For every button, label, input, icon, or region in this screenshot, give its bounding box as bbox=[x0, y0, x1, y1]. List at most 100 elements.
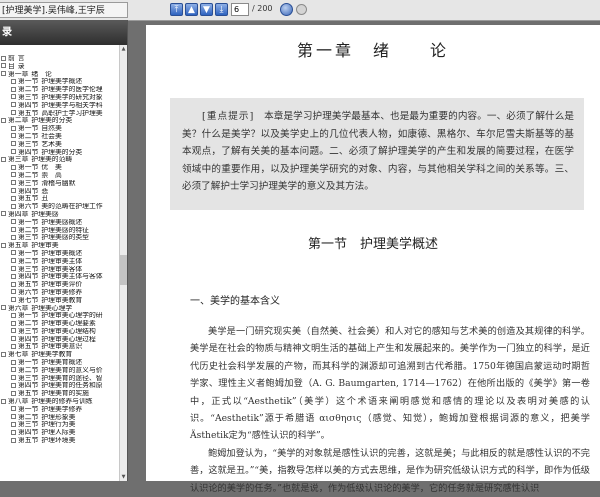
toc-item[interactable]: 第二节 护理审美心理要素 bbox=[0, 320, 118, 328]
toc-item-title: 优 美 bbox=[41, 164, 62, 172]
next-page-icon[interactable]: ▼ bbox=[200, 3, 213, 16]
toc-item[interactable]: 第一节 护理审美概述 bbox=[0, 250, 118, 258]
toc-item-number: 第三节 bbox=[18, 374, 39, 382]
toc-item[interactable]: 第五节 护理审美意识 bbox=[0, 343, 118, 351]
toc-bookmark-icon bbox=[11, 110, 16, 116]
toc-item[interactable]: 第五章 护理审美 bbox=[0, 242, 118, 250]
toc-item[interactable]: 目录 bbox=[0, 63, 118, 71]
toc-bookmark-icon bbox=[1, 211, 6, 217]
toc-item[interactable]: 第二节 护理审美主体 bbox=[0, 258, 118, 266]
toc-item-number: 第六章 bbox=[8, 304, 29, 312]
toc-item[interactable]: 第六节 护理审美修养 bbox=[0, 289, 118, 297]
sidebar-scrollbar[interactable]: ▲ ▼ bbox=[119, 45, 127, 481]
toc-item[interactable]: 第四节 护理审美主体与客体 bbox=[0, 273, 118, 281]
toc-item[interactable]: 第三节 护理审美客体 bbox=[0, 266, 118, 274]
toc-item[interactable]: 第六节 美的范畴在护理工作 bbox=[0, 203, 118, 211]
toc-item-number: 第二节 bbox=[18, 171, 39, 179]
toc-item-title: 护理形象美 bbox=[41, 413, 76, 421]
toc-item[interactable]: 第二节 社会美 bbox=[0, 133, 118, 141]
toc-item[interactable]: 第二章 护理美的分类 bbox=[0, 117, 118, 125]
toc-bookmark-icon bbox=[11, 149, 16, 155]
toc-item[interactable]: 第四章 护理美感 bbox=[0, 211, 118, 219]
toc-item[interactable]: 第七节 护理审美教育 bbox=[0, 297, 118, 305]
toc-item-number: 第二节 bbox=[18, 132, 39, 140]
toc-item-number: 第三节 bbox=[18, 421, 39, 429]
toc-item[interactable]: 第四节 护理审美心理过程 bbox=[0, 336, 118, 344]
toc-item[interactable]: 第三章 护理美的范畴 bbox=[0, 156, 118, 164]
toc-item[interactable]: 第一节优 美 bbox=[0, 164, 118, 172]
toc-item[interactable]: 第五节 护理审美评价 bbox=[0, 281, 118, 289]
go-icon[interactable] bbox=[280, 3, 293, 16]
toc-item[interactable]: 第五节 高职护士学习护理美 bbox=[0, 110, 118, 118]
toc-item[interactable]: 第三节 滑稽与幽默 bbox=[0, 180, 118, 188]
toc-item-title: 绪 论 bbox=[31, 70, 52, 78]
toc-item[interactable]: 第三节 护理行为美 bbox=[0, 421, 118, 429]
last-page-icon[interactable]: ⤓ bbox=[215, 3, 228, 16]
options-icon[interactable] bbox=[296, 4, 307, 15]
toc-bookmark-icon bbox=[1, 242, 6, 248]
toc-item[interactable]: 第一节 护理审美心理学的研 bbox=[0, 312, 118, 320]
toc-item-number: 第一节 bbox=[18, 312, 39, 320]
toc-item[interactable]: 第一节 护理美感概述 bbox=[0, 219, 118, 227]
toc-bookmark-icon bbox=[11, 328, 16, 334]
toc-item[interactable]: 第五节 护理环境美 bbox=[0, 437, 118, 445]
toc-item[interactable]: 第二节 护理形象美 bbox=[0, 414, 118, 422]
toc-item[interactable]: 第三节 护理美育的途径、智 bbox=[0, 375, 118, 383]
toc-item[interactable]: 第一节 护理美育概述 bbox=[0, 359, 118, 367]
toc-item[interactable]: 第八章 护理美的修养与训练 bbox=[0, 398, 118, 406]
toc-item[interactable]: 第七章 护理美学教育 bbox=[0, 351, 118, 359]
toc-item-title: 护理审美主体与客体 bbox=[41, 273, 103, 281]
toc-item[interactable]: 第五节丑 bbox=[0, 195, 118, 203]
toc-item[interactable]: 第六章 护理美心理学 bbox=[0, 305, 118, 313]
toc-item-title: 护理审美评价 bbox=[41, 281, 83, 289]
toc-bookmark-icon bbox=[1, 305, 6, 310]
toc-item[interactable]: 第五节 护理美育的实施 bbox=[0, 390, 118, 398]
toc-item-title: 护理审美心理要素 bbox=[41, 320, 96, 328]
toc-item[interactable]: 第二节崇 高 bbox=[0, 172, 118, 180]
toc-item-number: 第四节 bbox=[18, 382, 39, 390]
toc-bookmark-icon bbox=[11, 94, 16, 100]
previous-page-icon[interactable]: ▲ bbox=[185, 3, 198, 16]
toc-item-number: 第四节 bbox=[18, 148, 39, 156]
toc-item[interactable]: 第四节 护理美学与相关学科 bbox=[0, 102, 118, 110]
toc-item-title: 护理审美 bbox=[31, 242, 59, 250]
toc-item[interactable]: 第四节 护理美的分类 bbox=[0, 149, 118, 157]
toc-bookmark-icon bbox=[11, 258, 16, 264]
toc-item[interactable]: 第三节 护理美学的研究对象 bbox=[0, 94, 118, 102]
toc-item-number: 第四节 bbox=[18, 335, 39, 343]
toc-bookmark-icon bbox=[11, 382, 16, 388]
sidebar-header: 录 bbox=[0, 20, 127, 45]
toc-bookmark-icon bbox=[11, 266, 16, 272]
toc-item-number: 目 bbox=[8, 62, 15, 70]
body-text: 美学是一门研究现实美（自然美、社会美）和人对它的感知与艺术美的创造及其规律的科学… bbox=[190, 323, 590, 497]
toc-item-number: 第五节 bbox=[18, 281, 39, 289]
toc-item[interactable]: 第四节悲 bbox=[0, 188, 118, 196]
toc-item[interactable]: 第一节 护理美学修养 bbox=[0, 406, 118, 414]
toc-item[interactable]: 第一节 自然美 bbox=[0, 125, 118, 133]
toc-item-title: 护理审美心理过程 bbox=[41, 335, 96, 343]
toc-item[interactable]: 第二节 护理美学的医学伦理 bbox=[0, 86, 118, 94]
sub-heading: 一、美学的基本含义 bbox=[190, 296, 280, 307]
toc-item[interactable]: 第四节 护理人际美 bbox=[0, 429, 118, 437]
toc-item[interactable]: 第四节 护理美育的任务和原 bbox=[0, 382, 118, 390]
toc-item[interactable]: 第二节 护理美感的特征 bbox=[0, 227, 118, 235]
toc-bookmark-icon bbox=[1, 156, 6, 162]
toc-bookmark-icon bbox=[11, 336, 16, 342]
toc-bookmark-icon bbox=[11, 289, 16, 295]
scroll-up-icon[interactable]: ▲ bbox=[120, 45, 127, 53]
document-tab-title[interactable]: [护理美学].吴伟峰,王宇辰 bbox=[0, 2, 128, 18]
toc-item-number: 第三节 bbox=[18, 265, 39, 273]
toc-item[interactable]: 第三节 护理审美心理结构 bbox=[0, 328, 118, 336]
toc-item[interactable]: 第二节 护理美育的意义与价 bbox=[0, 367, 118, 375]
toc-item[interactable]: 第三节 护理美感的类型 bbox=[0, 234, 118, 242]
toc-item[interactable]: 前言 bbox=[0, 55, 118, 63]
toc-item[interactable]: 第一章绪 论 bbox=[0, 71, 118, 79]
first-page-icon[interactable]: ⤒ bbox=[170, 3, 183, 16]
toc-bookmark-icon bbox=[1, 398, 6, 404]
toc-item-number: 第二节 bbox=[18, 86, 39, 94]
scroll-down-icon[interactable]: ▼ bbox=[120, 473, 127, 481]
scroll-thumb[interactable] bbox=[120, 255, 127, 285]
page-number-input[interactable] bbox=[231, 3, 249, 16]
toc-item[interactable]: 第三节 艺术美 bbox=[0, 141, 118, 149]
toc-item[interactable]: 第一节 护理美学概述 bbox=[0, 78, 118, 86]
